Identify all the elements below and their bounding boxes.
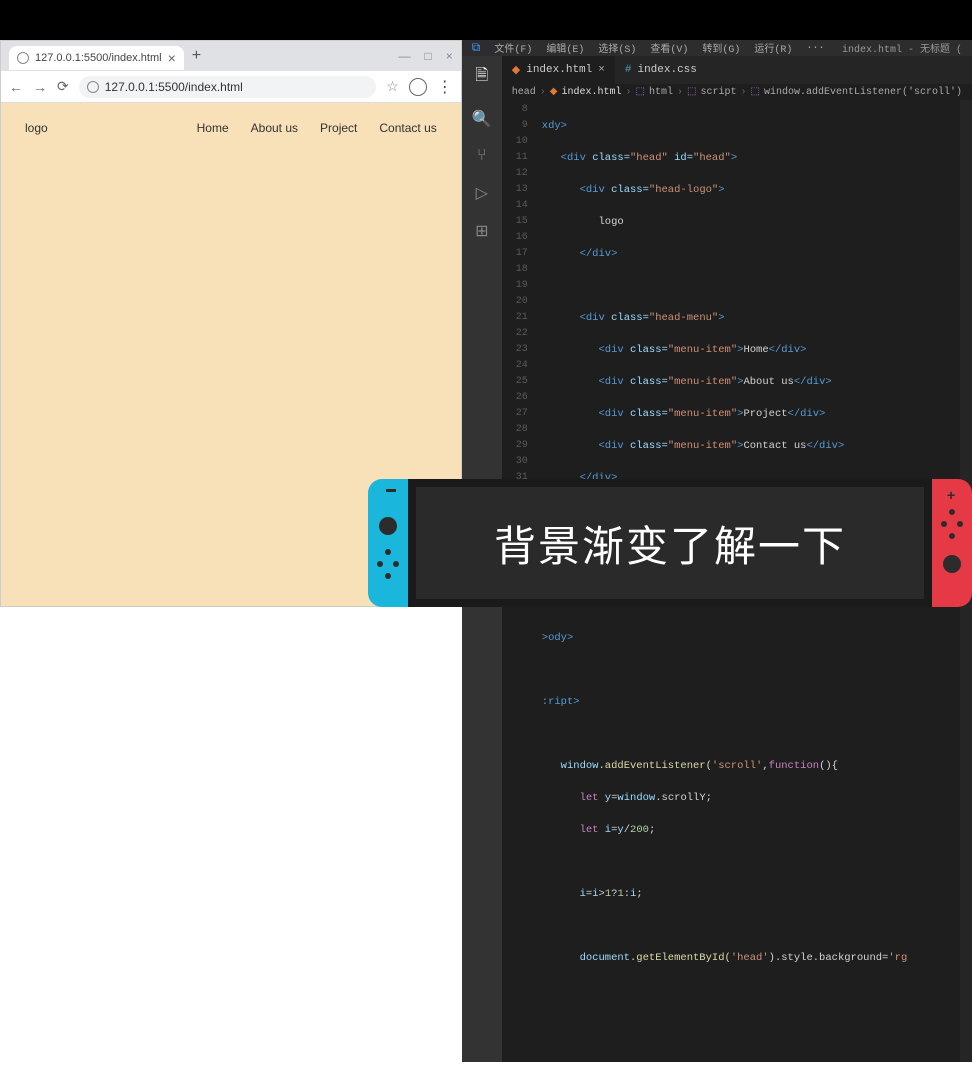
browser-menu-button[interactable]: ⋮ (437, 77, 453, 97)
maximize-button[interactable]: □ (425, 49, 432, 63)
nav-menu: Home About us Project Contact us (197, 121, 437, 135)
vscode-icon: ⧉ (472, 41, 481, 55)
left-stick (379, 517, 397, 535)
bc-html: html (649, 87, 673, 98)
tab-index-html[interactable]: ◆ index.html × (502, 56, 615, 84)
url-input[interactable]: 127.0.0.1:5500/index.html (79, 76, 376, 98)
tag-icon: ⬚ (636, 86, 645, 98)
minus-icon (386, 489, 396, 492)
window-controls: — □ × (399, 49, 453, 63)
breadcrumbs[interactable]: head › ◆ index.html › ⬚ html › ⬚ script … (502, 84, 972, 100)
html-file-icon: ◆ (512, 63, 520, 77)
editor-title: index.html - 无标题 ( (842, 40, 962, 56)
menu-file[interactable]: 文件(F) (494, 40, 532, 56)
tag-icon: ⬚ (687, 86, 696, 98)
nav-contact[interactable]: Contact us (379, 121, 436, 135)
joycon-right: + (932, 479, 972, 607)
menu-run[interactable]: 运行(R) (754, 40, 792, 56)
close-tab-icon[interactable]: × (168, 50, 176, 66)
plus-icon: + (947, 487, 955, 503)
menu-edit[interactable]: 编辑(E) (546, 40, 584, 56)
chevron-icon: › (740, 87, 746, 98)
nav-home[interactable]: Home (197, 121, 229, 135)
browser-tab[interactable]: 127.0.0.1:5500/index.html × (9, 46, 184, 70)
tab-index-css[interactable]: # index.css (615, 56, 707, 84)
menu-view[interactable]: 查看(V) (650, 40, 688, 56)
chevron-icon: › (677, 87, 683, 98)
logo: logo (25, 121, 48, 135)
url-text: 127.0.0.1:5500/index.html (105, 80, 243, 94)
minimize-button[interactable]: — (399, 49, 411, 63)
menu-more[interactable]: ··· (806, 43, 824, 54)
globe-icon (17, 52, 29, 64)
tab-label: index.html (526, 64, 592, 76)
tab-title: 127.0.0.1:5500/index.html (35, 52, 162, 64)
bc-script: script (700, 87, 736, 98)
joycon-left (368, 479, 408, 607)
top-black-bar (0, 0, 972, 40)
function-icon: ⬚ (751, 86, 760, 98)
explorer-icon[interactable]: 🗎 (475, 64, 488, 91)
extensions-icon[interactable]: ⊞ (475, 221, 488, 241)
menu-select[interactable]: 选择(S) (598, 40, 636, 56)
caption-text: 背景渐变了解一下 (494, 513, 846, 574)
bc-file: index.html (562, 87, 622, 98)
search-icon[interactable]: 🔍 (472, 109, 492, 129)
page-header: logo Home About us Project Contact us (25, 121, 437, 135)
tab-label: index.css (637, 64, 696, 76)
close-window-button[interactable]: × (446, 49, 453, 63)
browser-tab-strip: 127.0.0.1:5500/index.html × + — □ × (1, 41, 461, 71)
html-file-icon: ◆ (550, 86, 558, 98)
address-bar: ← → ⟳ 127.0.0.1:5500/index.html ☆ ⋮ (1, 71, 461, 103)
info-icon (87, 81, 99, 93)
bc-fn: window.addEventListener('scroll') (764, 87, 962, 98)
bc-folder: head (512, 87, 536, 98)
reload-button[interactable]: ⟳ (57, 78, 69, 95)
right-stick (943, 555, 961, 573)
new-tab-button[interactable]: + (192, 47, 201, 65)
profile-icon[interactable] (409, 78, 427, 96)
source-control-icon[interactable]: ⑂ (477, 147, 487, 165)
switch-screen: 背景渐变了解一下 (408, 479, 932, 607)
switch-overlay: 背景渐变了解一下 + (368, 479, 972, 607)
forward-button[interactable]: → (33, 79, 47, 95)
editor-menubar: ⧉ 文件(F) 编辑(E) 选择(S) 查看(V) 转到(G) 运行(R) ··… (462, 40, 972, 56)
css-file-icon: # (625, 64, 632, 76)
nav-about[interactable]: About us (251, 121, 298, 135)
chevron-icon: › (626, 87, 632, 98)
close-tab-icon[interactable]: × (598, 64, 605, 76)
run-debug-icon[interactable]: ▷ (476, 183, 488, 203)
bookmark-icon[interactable]: ☆ (386, 78, 399, 95)
back-button[interactable]: ← (9, 79, 23, 95)
chevron-icon: › (540, 87, 546, 98)
nav-project[interactable]: Project (320, 121, 357, 135)
editor-tabs: ◆ index.html × # index.css (502, 56, 972, 84)
menu-goto[interactable]: 转到(G) (702, 40, 740, 56)
